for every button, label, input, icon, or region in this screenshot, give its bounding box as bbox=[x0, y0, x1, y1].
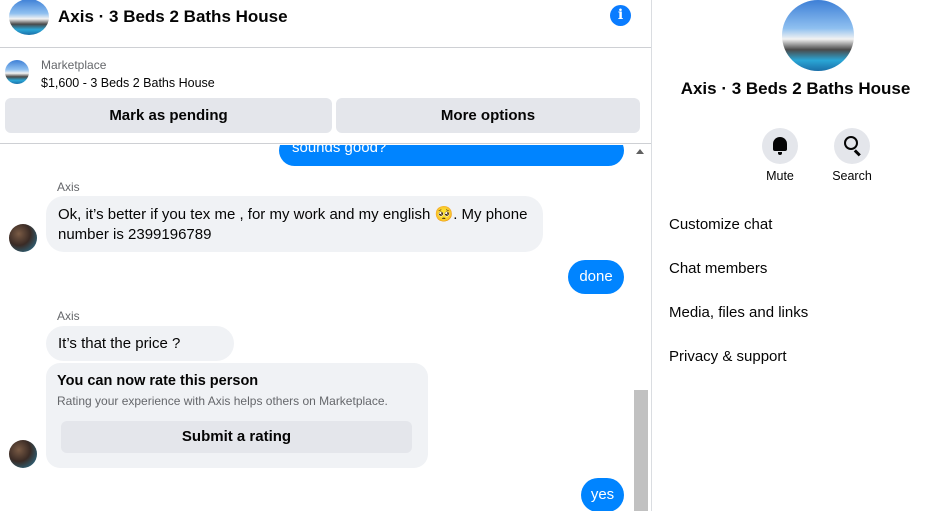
scrollbar[interactable] bbox=[632, 145, 650, 511]
submit-rating-button[interactable]: Submit a rating bbox=[61, 421, 412, 453]
incoming-message: It’s that the price ? 1600? bbox=[46, 326, 234, 387]
message-list[interactable]: sounds good? Axis Ok, it’s better if you… bbox=[0, 145, 632, 511]
message-text: sounds good? bbox=[292, 145, 387, 156]
sender-name: Axis bbox=[57, 309, 80, 323]
chat-header: Axis · 3 Beds 2 Baths House i bbox=[0, 0, 651, 48]
listing-large-avatar bbox=[782, 0, 854, 71]
mute-label: Mute bbox=[766, 169, 794, 183]
privacy-support-item[interactable]: Privacy & support bbox=[669, 348, 787, 365]
message-text: done bbox=[579, 268, 613, 285]
rating-card: You can now rate this person Rating your… bbox=[46, 363, 428, 468]
incoming-message: Ok, it’s better if you tex me , for my w… bbox=[46, 196, 543, 252]
more-options-button[interactable]: More options bbox=[336, 98, 640, 133]
user-avatar[interactable] bbox=[9, 440, 37, 468]
side-title: Axis · 3 Beds 2 Baths House bbox=[680, 79, 911, 98]
rating-title: You can now rate this person bbox=[57, 373, 259, 389]
search-icon bbox=[844, 136, 858, 150]
customize-chat-item[interactable]: Customize chat bbox=[669, 216, 772, 233]
message-text: yes bbox=[590, 486, 615, 503]
mute-button[interactable] bbox=[762, 128, 798, 164]
search-action[interactable]: Search bbox=[822, 128, 882, 183]
search-button[interactable] bbox=[834, 128, 870, 164]
sender-name: Axis bbox=[57, 180, 80, 194]
search-icon-handle bbox=[854, 149, 861, 157]
rating-subtitle: Rating your experience with Axis helps o… bbox=[57, 394, 388, 408]
chat-members-item[interactable]: Chat members bbox=[669, 260, 767, 277]
search-label: Search bbox=[832, 169, 872, 183]
bell-icon bbox=[773, 137, 787, 155]
outgoing-message: sounds good? bbox=[279, 145, 624, 166]
chat-panel: Axis · 3 Beds 2 Baths House i Marketplac… bbox=[0, 0, 652, 511]
outgoing-message: yes bbox=[581, 478, 624, 511]
message-text: Ok, it’s better if you tex me , for my w… bbox=[58, 206, 528, 243]
user-avatar[interactable] bbox=[9, 224, 37, 252]
mute-action[interactable]: Mute bbox=[750, 128, 810, 183]
messenger-window: Axis · 3 Beds 2 Baths House i Marketplac… bbox=[0, 0, 938, 511]
chat-title[interactable]: Axis · 3 Beds 2 Baths House bbox=[58, 7, 288, 27]
outgoing-message: done bbox=[568, 260, 624, 294]
scroll-up-arrow-icon[interactable] bbox=[636, 149, 644, 154]
scrollbar-thumb[interactable] bbox=[634, 390, 648, 511]
listing-avatar[interactable] bbox=[9, 0, 49, 35]
listing-thumbnail[interactable] bbox=[5, 60, 29, 84]
listing-price-title[interactable]: $1,600 - 3 Beds 2 Baths House bbox=[41, 76, 215, 90]
marketplace-bar: Marketplace $1,600 - 3 Beds 2 Baths Hous… bbox=[0, 48, 651, 144]
info-icon[interactable]: i bbox=[610, 5, 631, 26]
mark-as-pending-button[interactable]: Mark as pending bbox=[5, 98, 332, 133]
conversation-info-panel: Axis · 3 Beds 2 Baths House Mute Search … bbox=[653, 0, 938, 511]
marketplace-label: Marketplace bbox=[41, 58, 107, 72]
media-files-links-item[interactable]: Media, files and links bbox=[669, 304, 808, 321]
